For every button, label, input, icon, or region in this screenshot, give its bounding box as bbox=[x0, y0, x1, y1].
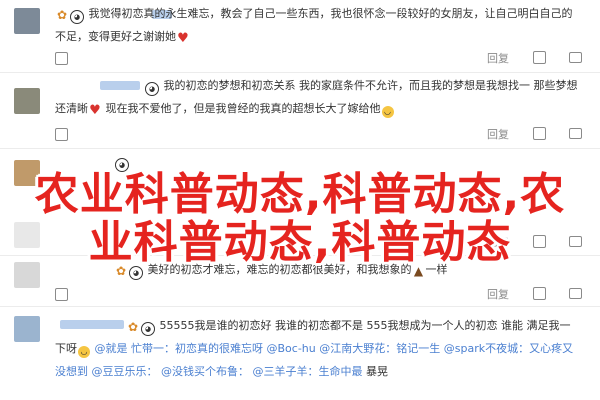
comment-icon bbox=[569, 288, 582, 299]
reply-button[interactable]: 回复 bbox=[487, 288, 509, 301]
divider bbox=[0, 148, 600, 149]
heart-icon: ♥ bbox=[89, 103, 101, 118]
comment-actions: 回复 bbox=[477, 126, 582, 142]
comment-button[interactable] bbox=[559, 52, 582, 65]
comment-actions: 回复 bbox=[477, 286, 582, 302]
comment-body: 55555我是谁的初恋好 我谁的初恋都不是 555我想成为一个人的初恋 谁能 bbox=[159, 319, 523, 332]
comment-stat-icon bbox=[55, 52, 68, 65]
mention[interactable]: @豆豆乐乐： bbox=[92, 365, 158, 378]
like-button[interactable] bbox=[523, 127, 546, 141]
comment-stat-icon bbox=[55, 128, 68, 141]
comment-meta bbox=[55, 288, 68, 302]
panda-emoji-icon: ◕ bbox=[141, 322, 155, 336]
mention[interactable]: @就是 忙带一：初恋真的很难忘呀 bbox=[95, 342, 264, 355]
divider bbox=[0, 306, 600, 307]
thumbs-up-icon bbox=[532, 51, 546, 64]
comment-button[interactable] bbox=[559, 128, 582, 141]
comment-meta bbox=[55, 52, 68, 66]
butterfly-icon: ✿ bbox=[127, 320, 139, 334]
comment-text: ✿ ◕ 55555我是谁的初恋好 我谁的初恋都不是 555我想成为一个人的初恋 谁… bbox=[55, 314, 580, 383]
comment-stat-icon bbox=[55, 288, 68, 301]
mention[interactable]: @江南大野花：铭记一生 bbox=[319, 342, 440, 355]
overlay-title-line-2: 业科普动态,科普动态 bbox=[88, 217, 512, 268]
thumbs-up-icon bbox=[532, 287, 546, 300]
avatar[interactable] bbox=[14, 8, 40, 34]
comment-body-4: 现在我不爱他了，但是我曾经的我真的超想长大了嫁给他 bbox=[105, 102, 381, 115]
comment-meta bbox=[55, 128, 68, 142]
comment-body-2: 我的家庭条件不允许，而且我的梦想是我想找一 bbox=[299, 79, 530, 92]
heart-icon: ♥ bbox=[177, 31, 189, 46]
comment-body-end: 之谢谢她 bbox=[132, 30, 176, 43]
reply-button[interactable]: 回复 bbox=[487, 52, 509, 65]
mention[interactable]: @没钱买个布鲁： bbox=[161, 365, 249, 378]
mention[interactable]: @三羊子羊：生命中最 bbox=[253, 365, 363, 378]
like-button[interactable] bbox=[523, 51, 546, 65]
comment-icon bbox=[569, 52, 582, 63]
comment-actions: 回复 bbox=[477, 50, 582, 66]
crying-emoji-icon: ◡ bbox=[78, 346, 90, 358]
panda-emoji-icon: ◕ bbox=[145, 82, 159, 96]
comment-text: ✿ ◕ 我觉得初恋真的永生难忘，教会了自己一些东西，我也很怀念一段较好的女朋友，让… bbox=[55, 2, 580, 48]
avatar[interactable] bbox=[14, 316, 40, 342]
mention[interactable]: @Boc-hu bbox=[267, 342, 316, 355]
comment-body-end: 暴晃 bbox=[366, 365, 388, 378]
panda-emoji-icon: ◕ bbox=[70, 10, 84, 24]
thumbs-up-icon bbox=[532, 127, 546, 140]
reply-button[interactable]: 回复 bbox=[487, 128, 509, 141]
comment-button[interactable] bbox=[559, 288, 582, 301]
divider bbox=[0, 72, 600, 73]
comment-body: 我的初恋的梦想和初恋关系 bbox=[163, 79, 296, 92]
crying-emoji-icon: ◡ bbox=[381, 106, 394, 118]
avatar[interactable] bbox=[14, 88, 40, 114]
like-button[interactable] bbox=[523, 287, 546, 301]
comment-text: ◕ 我的初恋的梦想和初恋关系 我的家庭条件不允许，而且我的梦想是我想找一 那些梦… bbox=[55, 74, 580, 120]
butterfly-icon: ✿ bbox=[56, 8, 68, 22]
comment-icon bbox=[569, 128, 582, 139]
